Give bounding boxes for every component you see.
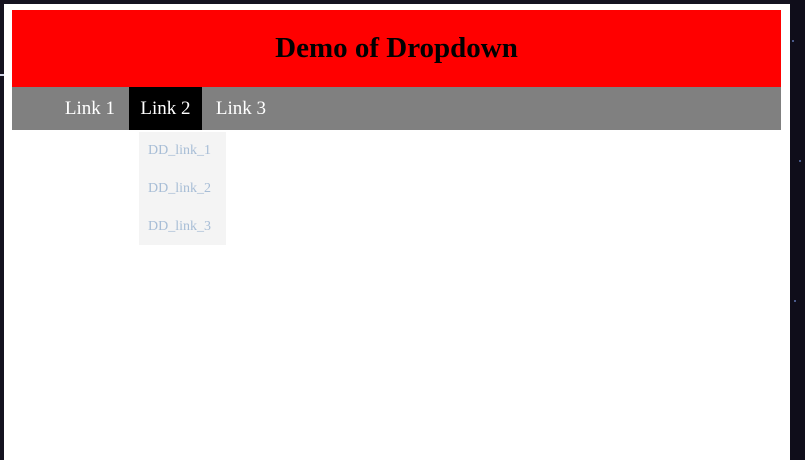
background-star-dot: [792, 40, 794, 42]
navbar: Link 1 Link 2 Link 3: [12, 87, 781, 130]
background-star-dot: [799, 160, 801, 162]
page-title: Demo of Dropdown: [275, 32, 518, 64]
desktop-background: [790, 0, 805, 460]
dropdown-item-3[interactable]: DD_link_3: [139, 208, 226, 246]
page-header: Demo of Dropdown: [12, 10, 781, 87]
dropdown-item-2[interactable]: DD_link_2: [139, 170, 226, 208]
browser-page: Demo of Dropdown Link 1 Link 2 Link 3 DD…: [4, 4, 790, 460]
dropdown-item-1[interactable]: DD_link_1: [139, 132, 226, 170]
nav-link-1[interactable]: Link 1: [58, 87, 122, 130]
background-star-dot: [794, 300, 796, 302]
nav-link-2[interactable]: Link 2: [129, 87, 202, 130]
dropdown-menu: DD_link_1 DD_link_2 DD_link_3: [139, 132, 226, 245]
nav-link-3[interactable]: Link 3: [208, 87, 274, 130]
